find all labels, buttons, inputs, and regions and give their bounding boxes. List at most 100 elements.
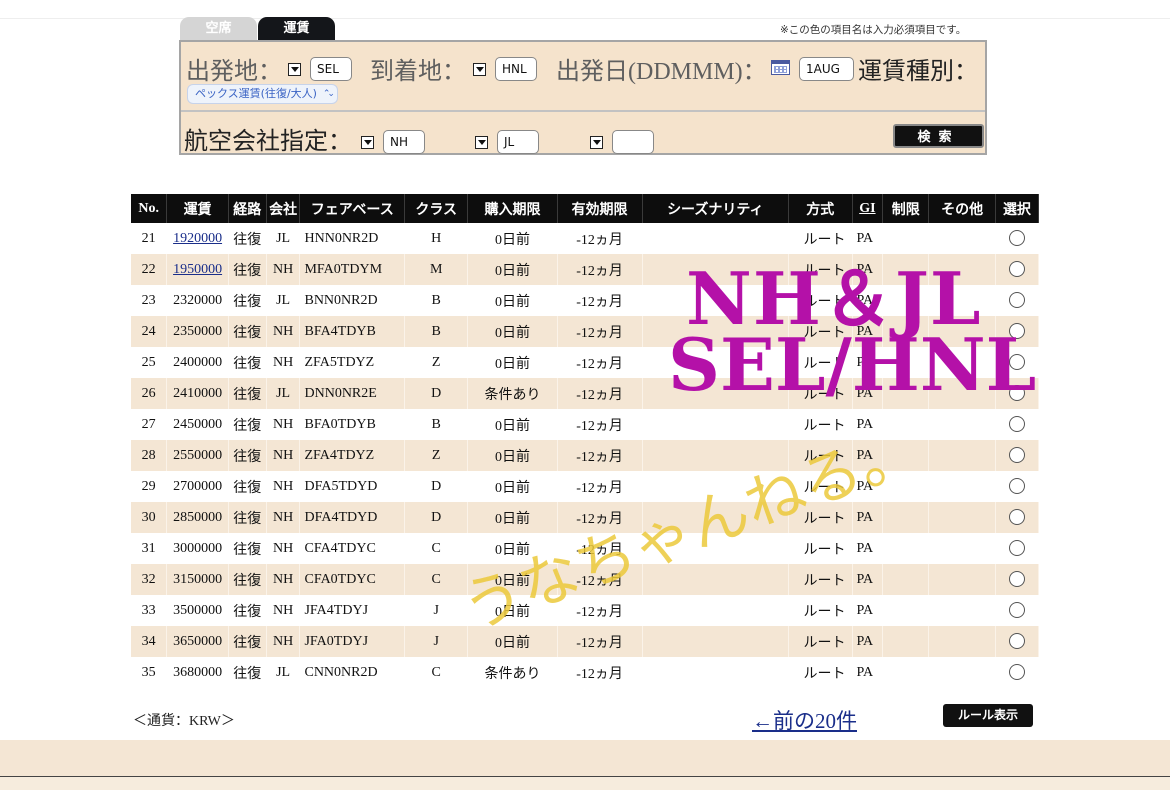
- cell-validity: -12ヵ月: [557, 533, 643, 564]
- cell-no: 31: [131, 533, 168, 564]
- airline-3-input[interactable]: [612, 130, 654, 154]
- cell-carrier: NH: [266, 471, 301, 502]
- select-radio[interactable]: [1008, 540, 1025, 557]
- cell-gi: PA: [852, 471, 884, 502]
- airline-2-dropdown-icon[interactable]: [475, 136, 488, 149]
- origin-dropdown-icon[interactable]: [288, 63, 301, 76]
- select-radio[interactable]: [1008, 354, 1025, 371]
- origin-label: 出発地：: [186, 59, 282, 85]
- cell-method: ルート: [788, 471, 853, 502]
- cell-other: [928, 626, 996, 657]
- cell-no: 34: [131, 626, 168, 657]
- select-radio[interactable]: [1008, 323, 1025, 340]
- header-col-method: 方式: [788, 194, 853, 223]
- select-radio[interactable]: [1008, 416, 1025, 433]
- cell-gi: PA: [852, 254, 884, 285]
- select-radio[interactable]: [1008, 447, 1025, 464]
- cell-purchase: 0日前: [467, 595, 558, 626]
- header-col-gi[interactable]: GI: [852, 194, 884, 223]
- previous-page-link[interactable]: ←前の20件: [752, 705, 857, 735]
- cell-other: [928, 564, 996, 595]
- select-radio[interactable]: [1008, 664, 1025, 681]
- airline-1-input[interactable]: NH: [383, 130, 425, 154]
- rule-display-button[interactable]: ルール表示: [943, 704, 1033, 727]
- airline-1-dropdown-icon[interactable]: [361, 136, 374, 149]
- cell-class: C: [404, 657, 469, 688]
- cell-class: D: [404, 502, 469, 533]
- cell-other: [928, 502, 996, 533]
- cell-purchase: 0日前: [467, 285, 558, 316]
- table-row: 32 3150000 往復 NH CFA0TDYC C 0日前 -12ヵ月 ルート PA: [131, 564, 1040, 595]
- cell-fare-basis: BNN0NR2D: [299, 285, 405, 316]
- airline-3-dropdown-icon[interactable]: [590, 136, 603, 149]
- cell-restriction: [882, 595, 930, 626]
- search-button[interactable]: 検索: [893, 124, 984, 148]
- select-radio[interactable]: [1008, 633, 1025, 650]
- cell-purchase: 0日前: [467, 254, 558, 285]
- cell-gi: PA: [852, 316, 884, 347]
- cell-no: 29: [131, 471, 168, 502]
- cell-gi: PA: [852, 626, 884, 657]
- origin-input[interactable]: SEL: [310, 57, 352, 81]
- cell-method: ルート: [788, 502, 853, 533]
- cell-carrier: JL: [266, 223, 301, 254]
- fare-link[interactable]: 1950000: [173, 262, 222, 277]
- cell-validity: -12ヵ月: [557, 440, 643, 471]
- select-radio[interactable]: [1008, 509, 1025, 526]
- cell-class: Z: [404, 347, 469, 378]
- fare-type-select[interactable]: ペックス運賃(往復/大人): [187, 84, 338, 104]
- fare-type-label: 運賃種別：: [858, 59, 978, 85]
- cell-method: ルート: [788, 409, 853, 440]
- required-note: ※この色の項目名は入力必須項目です。: [780, 24, 967, 36]
- cell-carrier: NH: [266, 595, 301, 626]
- cell-season: [642, 564, 790, 595]
- cell-carrier: NH: [266, 409, 301, 440]
- fare-link[interactable]: 1920000: [173, 231, 222, 246]
- cell-no: 24: [131, 316, 168, 347]
- cell-route: 往復: [228, 595, 267, 626]
- cell-restriction: [882, 657, 930, 688]
- cell-method: ルート: [788, 657, 853, 688]
- cell-route: 往復: [228, 316, 267, 347]
- select-radio[interactable]: [1008, 230, 1025, 247]
- cell-purchase: 0日前: [467, 316, 558, 347]
- select-radio[interactable]: [1008, 261, 1025, 278]
- cell-validity: -12ヵ月: [557, 316, 643, 347]
- cell-restriction: [882, 316, 930, 347]
- calendar-icon[interactable]: [771, 60, 790, 75]
- cell-validity: -12ヵ月: [557, 347, 643, 378]
- date-input[interactable]: 1AUG: [799, 57, 854, 81]
- cell-restriction: [882, 223, 930, 254]
- tab-availability[interactable]: 空席: [180, 17, 257, 41]
- select-radio[interactable]: [1008, 478, 1025, 495]
- select-radio[interactable]: [1008, 385, 1025, 402]
- cell-class: J: [404, 626, 469, 657]
- cell-fare-basis: DNN0NR2E: [299, 378, 405, 409]
- select-radio[interactable]: [1008, 602, 1025, 619]
- cell-carrier: NH: [266, 440, 301, 471]
- cell-no: 33: [131, 595, 168, 626]
- cell-method: ルート: [788, 347, 853, 378]
- cell-fare: 2850000: [166, 502, 229, 533]
- header-col-select: 選択: [995, 194, 1040, 223]
- destination-input[interactable]: HNL: [495, 57, 537, 81]
- cell-select: [995, 440, 1040, 471]
- cell-restriction: [882, 626, 930, 657]
- tab-fares[interactable]: 運賃: [258, 17, 335, 41]
- cell-no: 27: [131, 409, 168, 440]
- cell-select: [995, 316, 1040, 347]
- cell-method: ルート: [788, 626, 853, 657]
- cell-season: [642, 595, 790, 626]
- cell-fare: 3680000: [166, 657, 229, 688]
- airline-2-input[interactable]: JL: [497, 130, 539, 154]
- footer-bottom: [0, 777, 1170, 790]
- cell-validity: -12ヵ月: [557, 471, 643, 502]
- header-col-route: 経路: [228, 194, 267, 223]
- cell-fare: 2320000: [166, 285, 229, 316]
- destination-dropdown-icon[interactable]: [473, 63, 486, 76]
- cell-class: Z: [404, 440, 469, 471]
- cell-other: [928, 440, 996, 471]
- cell-method: ルート: [788, 378, 853, 409]
- select-radio[interactable]: [1008, 292, 1025, 309]
- select-radio[interactable]: [1008, 571, 1025, 588]
